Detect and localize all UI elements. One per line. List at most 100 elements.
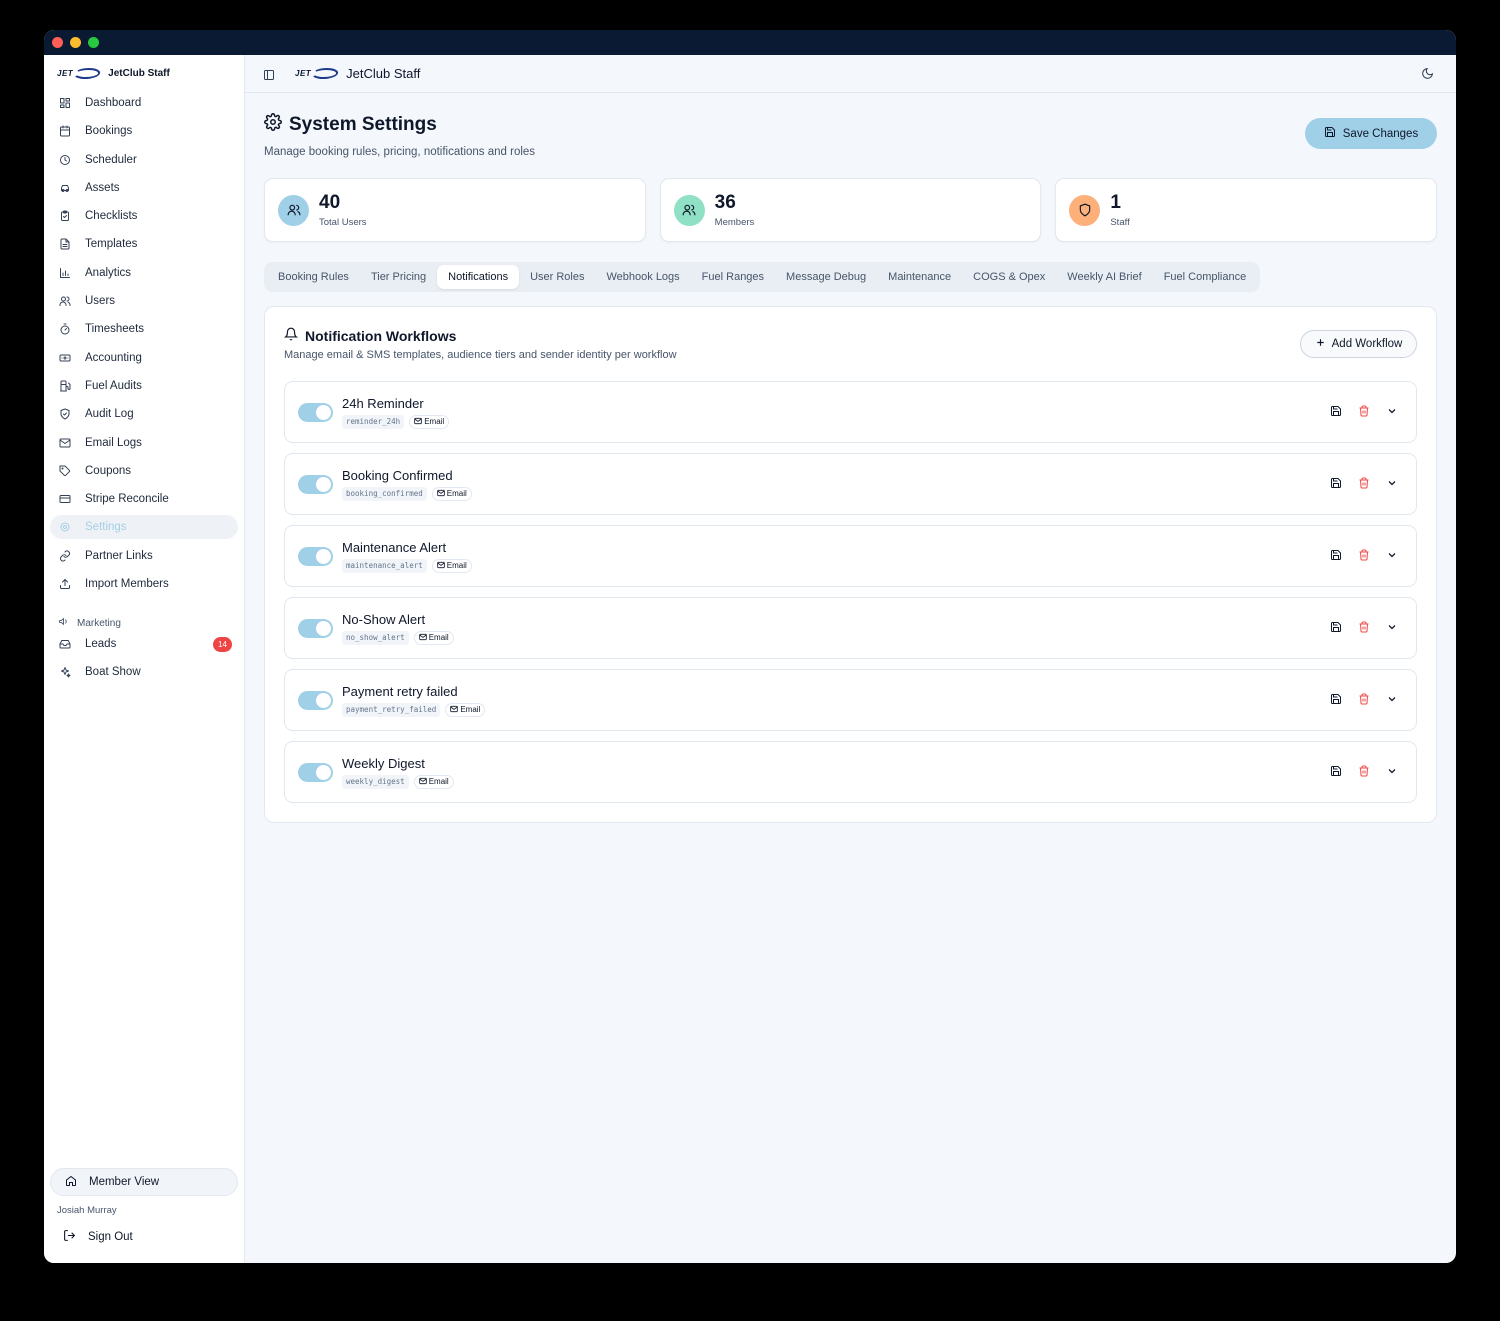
close-window-button[interactable] [52, 37, 63, 48]
trash-icon[interactable] [1357, 620, 1370, 633]
sidebar-item-label: Dashboard [85, 97, 142, 109]
sidebar-item-timesheets[interactable]: Timesheets [50, 317, 238, 341]
sidebar-item-audit-log[interactable]: Audit Log [50, 402, 238, 426]
workflow-enabled-toggle[interactable] [298, 762, 333, 782]
sidebar-item-label: Analytics [85, 266, 132, 279]
sidebar-item-analytics[interactable]: Analytics [50, 261, 238, 285]
tab-message-debug[interactable]: Message Debug [775, 265, 877, 289]
stat-value: 1 [1110, 191, 1121, 213]
workflow-row: Weekly Digest weekly_digest Email [284, 741, 1417, 803]
current-user-name: Josiah Murray [57, 1205, 117, 1216]
save-icon[interactable] [1329, 404, 1342, 417]
chevron-down-icon[interactable] [1385, 476, 1398, 489]
sidebar-item-bookings[interactable]: Bookings [50, 119, 238, 143]
maximize-window-button[interactable] [88, 37, 99, 48]
workflow-name: Payment retry failed [342, 683, 458, 699]
minimize-window-button[interactable] [70, 37, 81, 48]
sidebar-item-assets[interactable]: Assets [50, 176, 238, 200]
workflow-name: Weekly Digest [342, 755, 425, 771]
trash-icon[interactable] [1357, 404, 1370, 417]
stats-row: 40 Total Users 36 Members 1 Staff [264, 178, 1438, 242]
banknote-icon [58, 351, 72, 365]
sidebar-brand[interactable]: JET JetClub Staff [44, 55, 244, 91]
tab-notifications[interactable]: Notifications [437, 265, 520, 289]
sidebar-item-label: Assets [85, 181, 120, 194]
channel-label: Email [428, 777, 449, 786]
mail-icon [418, 777, 427, 787]
dashboard-icon [58, 96, 72, 110]
tab-weekly-ai-brief[interactable]: Weekly AI Brief [1056, 265, 1152, 289]
tab-booking-rules[interactable]: Booking Rules [267, 265, 360, 289]
sidebar-item-coupons[interactable]: Coupons [50, 459, 238, 483]
sidebar-item-leads[interactable]: Leads 14 [50, 632, 238, 656]
workflow-name: No-Show Alert [342, 611, 426, 627]
sidebar-item-boat-show[interactable]: Boat Show [50, 660, 238, 684]
chevron-down-icon[interactable] [1385, 548, 1398, 561]
workflow-actions [1329, 548, 1398, 561]
bar-chart-icon [58, 266, 72, 280]
panel-title: Notification Workflows [283, 327, 1417, 344]
save-icon[interactable] [1329, 476, 1342, 489]
bell-icon [283, 327, 299, 344]
sidebar-item-import-members[interactable]: Import Members [50, 572, 238, 596]
sidebar-item-accounting[interactable]: Accounting [50, 346, 238, 370]
sidebar-item-label: Coupons [85, 464, 132, 477]
trash-icon[interactable] [1357, 548, 1370, 561]
sidebar-item-templates[interactable]: Templates [50, 232, 238, 256]
tab-fuel-ranges[interactable]: Fuel Ranges [691, 265, 775, 289]
tab-tier-pricing[interactable]: Tier Pricing [360, 265, 437, 289]
save-changes-button[interactable]: Save Changes [1305, 118, 1437, 149]
chevron-down-icon[interactable] [1385, 692, 1398, 705]
trash-icon[interactable] [1357, 764, 1370, 777]
workflow-enabled-toggle[interactable] [298, 474, 333, 494]
sidebar-item-scheduler[interactable]: Scheduler [50, 148, 238, 172]
workflow-enabled-toggle[interactable] [298, 618, 333, 638]
sidebar-item-label: Timesheets [85, 323, 145, 336]
workflow-enabled-toggle[interactable] [298, 402, 333, 422]
sidebar-item-partner-links[interactable]: Partner Links [50, 544, 238, 568]
workflow-enabled-toggle[interactable] [298, 546, 333, 566]
chevron-down-icon[interactable] [1385, 620, 1398, 633]
channel-label: Email [428, 633, 449, 642]
tab-webhook-logs[interactable]: Webhook Logs [595, 265, 690, 289]
logo-swoosh [310, 68, 341, 79]
trash-icon[interactable] [1357, 476, 1370, 489]
save-icon[interactable] [1329, 548, 1342, 561]
trash-icon[interactable] [1357, 692, 1370, 705]
topbar-title: JetClub Staff [346, 66, 421, 81]
workflow-actions [1329, 692, 1398, 705]
workflow-enabled-toggle[interactable] [298, 690, 333, 710]
sidebar-item-stripe-reconcile[interactable]: Stripe Reconcile [50, 487, 238, 511]
sidebar: JET JetClub Staff Dashboard Bookings Sched… [44, 55, 245, 1263]
sidebar-item-dashboard[interactable]: Dashboard [50, 91, 238, 115]
workflow-row: Maintenance Alert maintenance_alert Email [284, 525, 1417, 587]
add-workflow-button[interactable]: Add Workflow [1300, 330, 1417, 358]
sidebar-item-email-logs[interactable]: Email Logs [50, 431, 238, 455]
sidebar-toggle-icon[interactable] [263, 68, 275, 80]
workflow-key-tag: booking_confirmed [342, 486, 427, 501]
save-icon [1324, 126, 1336, 141]
save-icon[interactable] [1329, 620, 1342, 633]
sidebar-item-label: Settings [85, 521, 127, 534]
save-icon[interactable] [1329, 692, 1342, 705]
sidebar-item-fuel-audits[interactable]: Fuel Audits [50, 374, 238, 398]
sidebar-item-checklists[interactable]: Checklists [50, 204, 238, 228]
sidebar-item-settings[interactable]: Settings [50, 515, 238, 540]
moon-icon[interactable] [1421, 67, 1434, 85]
chevron-down-icon[interactable] [1385, 404, 1398, 417]
topbar-logo: JET [295, 68, 341, 79]
save-icon[interactable] [1329, 764, 1342, 777]
tab-maintenance[interactable]: Maintenance [877, 265, 962, 289]
sidebar-item-label: Fuel Audits [85, 379, 142, 392]
tab-user-roles[interactable]: User Roles [519, 265, 595, 289]
tab-fuel-compliance[interactable]: Fuel Compliance [1153, 265, 1258, 289]
tab-cogs-opex[interactable]: COGS & Opex [962, 265, 1056, 289]
inbox-icon [58, 637, 72, 651]
member-view-button[interactable]: Member View [50, 1168, 238, 1196]
sign-out-button[interactable]: Sign Out [44, 1229, 244, 1245]
sidebar-item-label: Import Members [85, 578, 169, 591]
stat-label: Members [714, 216, 755, 228]
sidebar-item-users[interactable]: Users [50, 289, 238, 313]
workflow-actions [1329, 764, 1398, 777]
chevron-down-icon[interactable] [1385, 764, 1398, 777]
